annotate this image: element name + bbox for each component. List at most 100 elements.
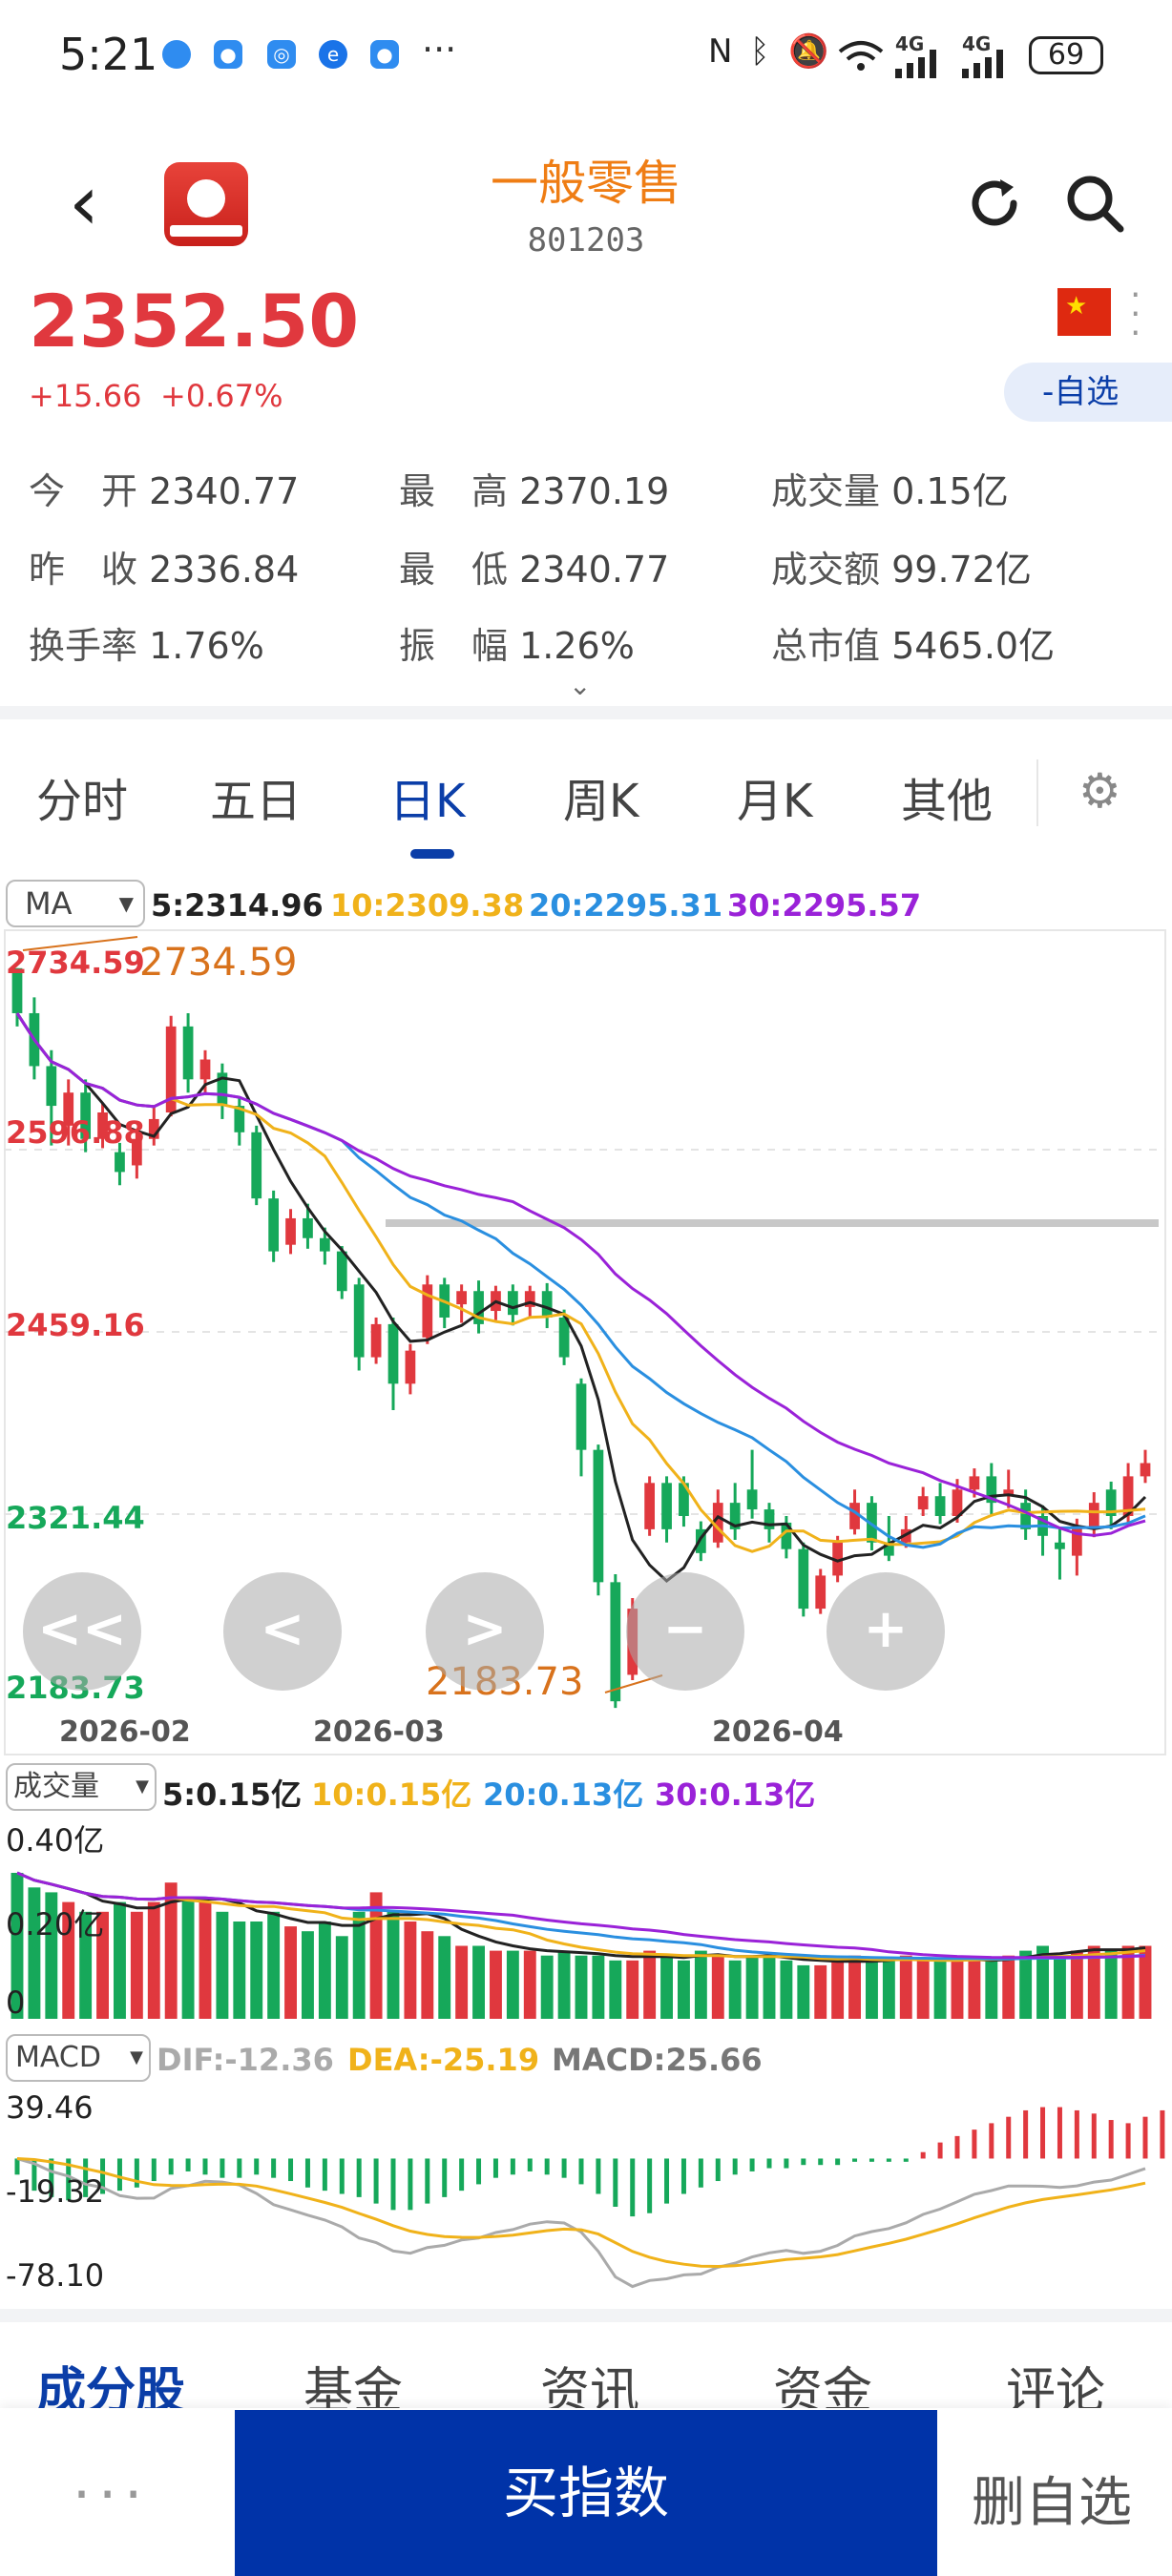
macd-histogram-bar: [766, 2158, 772, 2169]
volume-bar: [933, 1960, 947, 2019]
candle-body: [285, 1217, 296, 1245]
macd-histogram-bar: [339, 2158, 345, 2194]
candle-body: [593, 1449, 604, 1583]
macd-histogram-bar: [373, 2158, 379, 2204]
signal-icon: [895, 50, 936, 78]
volume-bar: [284, 1926, 297, 2019]
stat-prev-close: 昨 收 2336.84: [29, 549, 300, 591]
volume-bar: [1054, 1955, 1066, 2019]
volume-bar: [216, 1911, 229, 2019]
more-vertical-icon[interactable]: · · ·: [1130, 279, 1141, 351]
tab-daily-k[interactable]: 日K: [389, 763, 465, 830]
buy-index-button[interactable]: 买指数: [235, 2410, 937, 2576]
candle-body: [576, 1383, 587, 1450]
candle-body: [541, 1291, 553, 1318]
expand-chevron-icon[interactable]: ⌄: [569, 670, 591, 701]
macd-histogram-bar: [390, 2158, 396, 2211]
volume-bar: [694, 1950, 707, 2019]
volume-bar: [866, 1960, 878, 2019]
candle-body: [798, 1548, 809, 1610]
volume-chart[interactable]: [4, 1813, 1166, 2021]
tab-other[interactable]: 其他: [901, 763, 993, 830]
candle-body: [319, 1237, 330, 1252]
ma5-legend: 5:2314.96: [151, 887, 324, 924]
battery-indicator: 69: [1029, 36, 1103, 74]
candle-body: [746, 1489, 758, 1510]
macd-chart[interactable]: [4, 2086, 1166, 2294]
macd-histogram-bar: [920, 2151, 926, 2159]
gear-icon[interactable]: ⚙: [1078, 763, 1121, 819]
zoom-in-button[interactable]: +: [827, 1572, 945, 1691]
volume-bar: [1104, 1950, 1118, 2019]
vol5-legend: 5:0.15亿: [162, 1776, 303, 1813]
app-notification-icon: [162, 40, 191, 69]
refresh-icon[interactable]: [964, 172, 1027, 235]
volume-bar: [181, 1897, 195, 2019]
zoom-out-button[interactable]: −: [626, 1572, 744, 1691]
candle-body: [387, 1323, 399, 1384]
macd-indicator-select[interactable]: MACD ▼: [6, 2034, 151, 2082]
volume-bar: [814, 1964, 827, 2019]
kline-chart[interactable]: [4, 929, 1166, 1754]
macd-histogram-bar: [271, 2158, 277, 2178]
volume-bar: [609, 1960, 622, 2019]
candle-body: [815, 1575, 827, 1610]
macd-histogram-bar: [835, 2158, 841, 2166]
volume-bar: [660, 1955, 673, 2019]
stat-low: 最 低 2340.77: [399, 549, 670, 591]
search-icon[interactable]: [1061, 170, 1128, 237]
stat-high: 最 高 2370.19: [399, 470, 670, 512]
price-axis-label: 2321.44: [6, 1500, 145, 1536]
step-back-button[interactable]: <: [223, 1572, 342, 1691]
macd-histogram-bar: [220, 2158, 225, 2178]
macd-histogram-bar: [202, 2158, 208, 2175]
volume-bar: [780, 1960, 793, 2019]
macd-histogram-bar: [425, 2158, 430, 2204]
macd-histogram-bar: [1023, 2109, 1029, 2159]
volume-indicator-select[interactable]: 成交量 ▼: [6, 1763, 157, 1811]
volume-bar: [916, 1960, 930, 2019]
tab-monthly-k[interactable]: 月K: [737, 763, 812, 830]
volume-bar: [592, 1955, 605, 2019]
volume-bar: [233, 1922, 246, 2019]
candle-body: [934, 1496, 946, 1517]
volume-bar: [831, 1960, 845, 2019]
macd-histogram-bar: [680, 2158, 686, 2194]
macd-axis-label: 39.46: [6, 2089, 94, 2126]
volume-bar: [250, 1922, 263, 2019]
stat-volume: 成交量 0.15亿: [771, 470, 1009, 512]
macd-histogram-bar: [237, 2158, 242, 2178]
macd-histogram-bar: [1160, 2109, 1165, 2159]
volume-bar: [797, 1964, 810, 2019]
macd-histogram-bar: [886, 2158, 891, 2162]
macd-histogram-bar: [1108, 2120, 1114, 2159]
remove-watchlist-button[interactable]: -自选: [1004, 363, 1172, 422]
candle-body: [507, 1291, 518, 1316]
candle-body: [46, 1066, 57, 1107]
volume-bar: [1002, 1955, 1015, 2019]
date-axis-label: 2026-02: [59, 1715, 191, 1749]
macd-histogram-bar: [254, 2158, 260, 2175]
macd-histogram-bar: [852, 2158, 858, 2162]
macd-histogram-bar: [288, 2158, 294, 2182]
macd-histogram-bar: [801, 2158, 806, 2166]
fast-backward-button[interactable]: <<: [23, 1572, 141, 1691]
tab-five-day[interactable]: 五日: [210, 763, 302, 830]
candle-body: [456, 1291, 468, 1305]
nfc-icon: N: [708, 32, 733, 71]
price-change: +15.66: [29, 378, 142, 414]
tab-intraday[interactable]: 分时: [36, 763, 128, 830]
macd-histogram-bar: [116, 2158, 122, 2192]
volume-bar: [147, 1901, 160, 2019]
volume-bar: [951, 1960, 964, 2019]
macd-histogram-bar: [14, 2158, 20, 2175]
more-actions-button[interactable]: ···: [73, 2462, 150, 2528]
ma-indicator-select[interactable]: MA ▼: [6, 880, 145, 927]
stat-amplitude: 振 幅 1.26%: [399, 625, 635, 667]
step-forward-button[interactable]: >: [426, 1572, 544, 1691]
macd-histogram-bar: [1006, 2116, 1012, 2159]
high-price-annotation: 2734.59: [139, 941, 298, 985]
remove-watchlist-bottom-button[interactable]: 删自选: [972, 2460, 1132, 2537]
volume-axis-label: 0.40亿: [6, 1822, 105, 1859]
tab-weekly-k[interactable]: 周K: [563, 763, 638, 830]
